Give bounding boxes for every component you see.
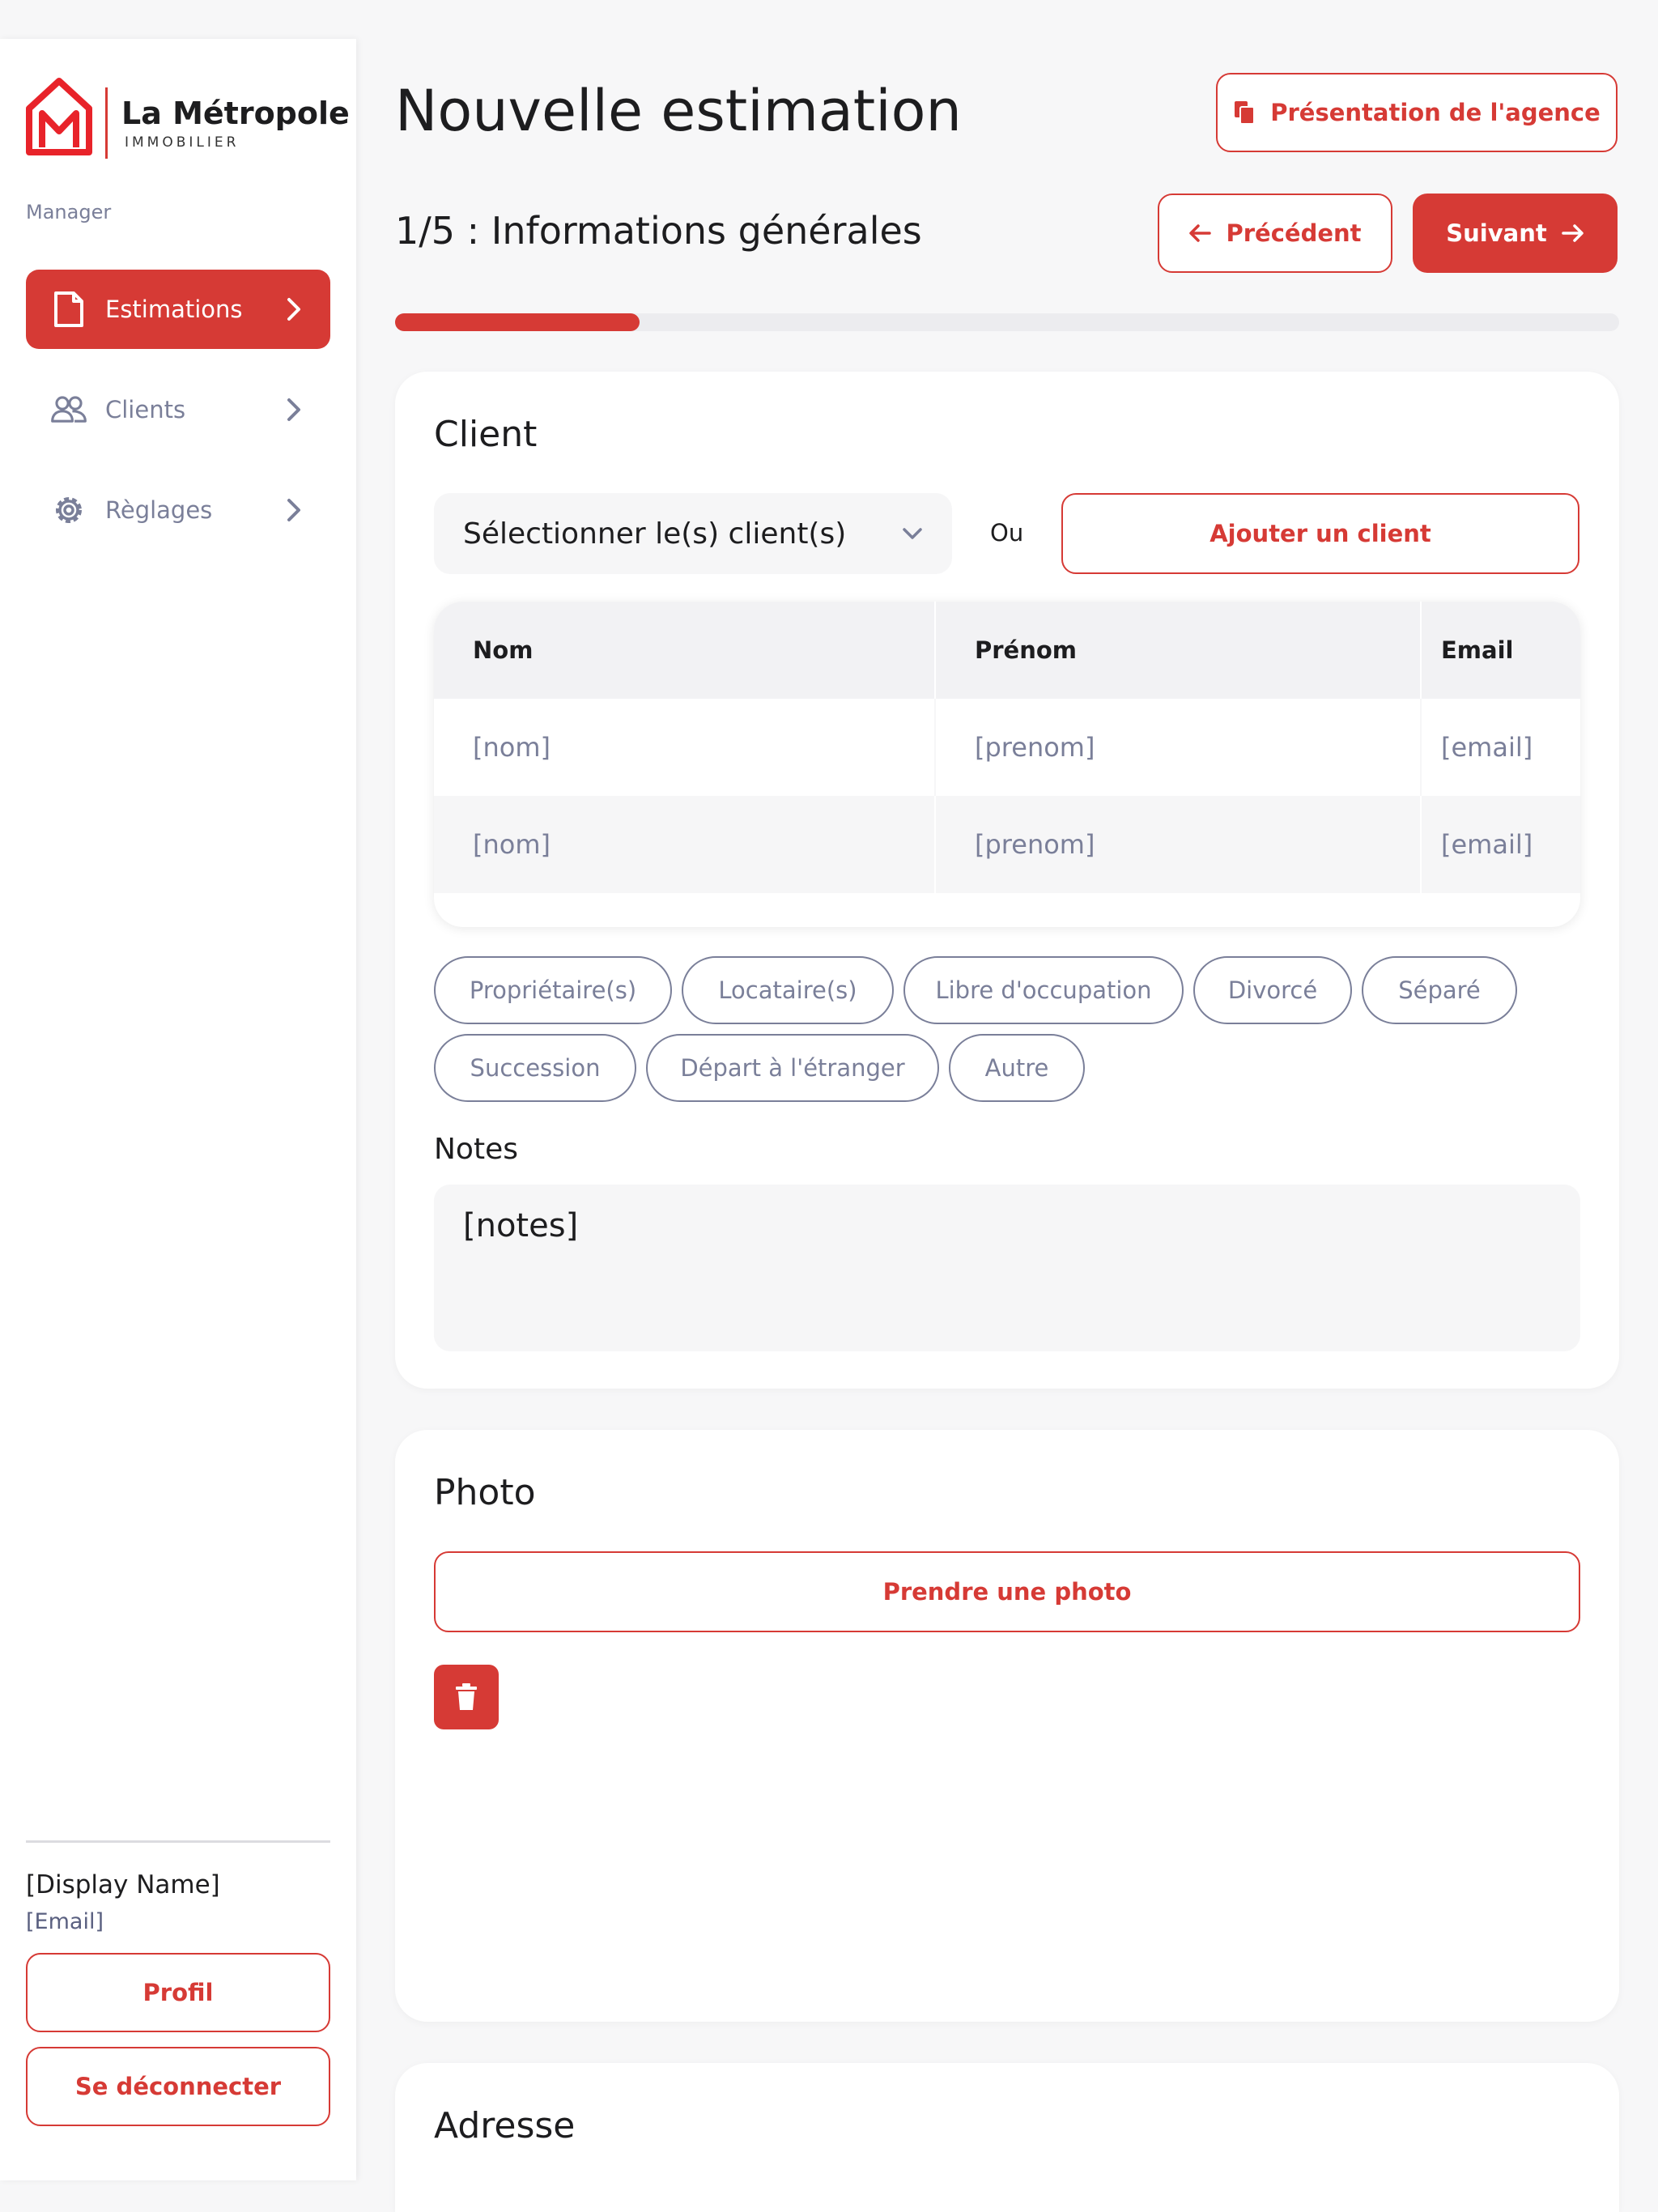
trash-icon	[454, 1682, 478, 1712]
cell-prenom: [prenom]	[936, 796, 1422, 893]
chip-locataires[interactable]: Locataire(s)	[682, 956, 894, 1024]
add-client-button[interactable]: Ajouter un client	[1061, 493, 1579, 574]
arrow-right-icon	[1561, 223, 1584, 243]
photo-card-title: Photo	[434, 1472, 536, 1513]
notes-label: Notes	[434, 1133, 518, 1166]
previous-label: Précédent	[1226, 219, 1362, 247]
client-select-value: Sélectionner le(s) client(s)	[463, 517, 847, 551]
profile-button[interactable]: Profil	[26, 1953, 330, 2032]
client-card-title: Client	[434, 414, 538, 455]
progress-fill	[395, 313, 640, 331]
user-email: [Email]	[26, 1909, 104, 1934]
client-select[interactable]: Sélectionner le(s) client(s)	[434, 493, 952, 574]
sidebar-divider	[26, 1840, 330, 1843]
step-title: 1/5 : Informations générales	[395, 209, 922, 253]
house-logo-icon	[26, 78, 92, 155]
next-button[interactable]: Suivant	[1413, 194, 1618, 273]
arrow-left-icon	[1188, 223, 1212, 243]
chip-succession[interactable]: Succession	[434, 1034, 636, 1102]
chip-proprietaires[interactable]: Propriétaire(s)	[434, 956, 672, 1024]
table-header: Nom Prénom Email	[434, 602, 1580, 699]
chip-depart-etranger[interactable]: Départ à l'étranger	[646, 1034, 939, 1102]
chevron-down-icon	[902, 527, 923, 540]
address-card-title: Adresse	[434, 2105, 576, 2146]
previous-button[interactable]: Précédent	[1158, 194, 1392, 273]
sidebar-item-label: Clients	[105, 396, 186, 423]
cell-email: [email]	[1441, 829, 1533, 860]
take-photo-button[interactable]: Prendre une photo	[434, 1551, 1580, 1632]
cell-nom: [nom]	[434, 796, 936, 893]
delete-photo-button[interactable]	[434, 1665, 499, 1729]
brand-logo[interactable]: La Métropole IMMOBILIER	[24, 76, 350, 165]
role-label: Manager	[26, 201, 112, 223]
document-icon	[50, 291, 87, 328]
logout-button[interactable]: Se déconnecter	[26, 2047, 330, 2126]
chevron-right-icon	[275, 296, 312, 322]
table-row[interactable]: [nom] [prenom] [email]	[434, 796, 1580, 893]
users-icon	[50, 391, 87, 428]
chip-autre[interactable]: Autre	[949, 1034, 1085, 1102]
sidebar: La Métropole IMMOBILIER Manager Estimati…	[0, 39, 356, 2180]
agency-presentation-label: Présentation de l'agence	[1270, 99, 1601, 126]
sidebar-item-estimations[interactable]: Estimations	[26, 270, 330, 349]
column-header-prenom: Prénom	[936, 602, 1422, 699]
or-label: Ou	[990, 519, 1024, 547]
cell-prenom: [prenom]	[936, 699, 1422, 796]
cell-email: [email]	[1441, 732, 1533, 763]
cell-nom: [nom]	[434, 699, 936, 796]
table-row[interactable]: [nom] [prenom] [email]	[434, 699, 1580, 796]
address-card: Adresse	[395, 2063, 1619, 2212]
agency-presentation-button[interactable]: Présentation de l'agence	[1216, 73, 1618, 152]
chip-separe[interactable]: Séparé	[1362, 956, 1517, 1024]
copy-document-icon	[1233, 100, 1256, 125]
sidebar-item-clients[interactable]: Clients	[26, 370, 330, 449]
next-label: Suivant	[1446, 219, 1547, 247]
sidebar-item-reglages[interactable]: Règlages	[26, 470, 330, 550]
chevron-right-icon	[275, 397, 312, 423]
column-header-email: Email	[1441, 636, 1514, 664]
sidebar-item-label: Règlages	[105, 496, 213, 524]
photo-card: Photo Prendre une photo	[395, 1430, 1619, 2022]
chevron-right-icon	[275, 497, 312, 523]
gear-icon	[50, 491, 87, 529]
notes-textarea[interactable]: [notes]	[434, 1185, 1580, 1351]
chip-divorce[interactable]: Divorcé	[1193, 956, 1352, 1024]
page-title: Nouvelle estimation	[395, 78, 962, 144]
user-display-name: [Display Name]	[26, 1870, 220, 1899]
brand-subtitle: IMMOBILIER	[125, 134, 240, 151]
client-card: Client Sélectionner le(s) client(s) Ou A…	[395, 372, 1619, 1389]
column-header-nom: Nom	[434, 602, 936, 699]
brand-name: La Métropole	[121, 96, 350, 131]
progress-bar	[395, 313, 1619, 331]
chip-libre-occupation[interactable]: Libre d'occupation	[903, 956, 1184, 1024]
logo-divider	[105, 87, 108, 159]
sidebar-item-label: Estimations	[105, 296, 243, 323]
clients-table: Nom Prénom Email [nom] [prenom] [email] …	[434, 602, 1580, 927]
